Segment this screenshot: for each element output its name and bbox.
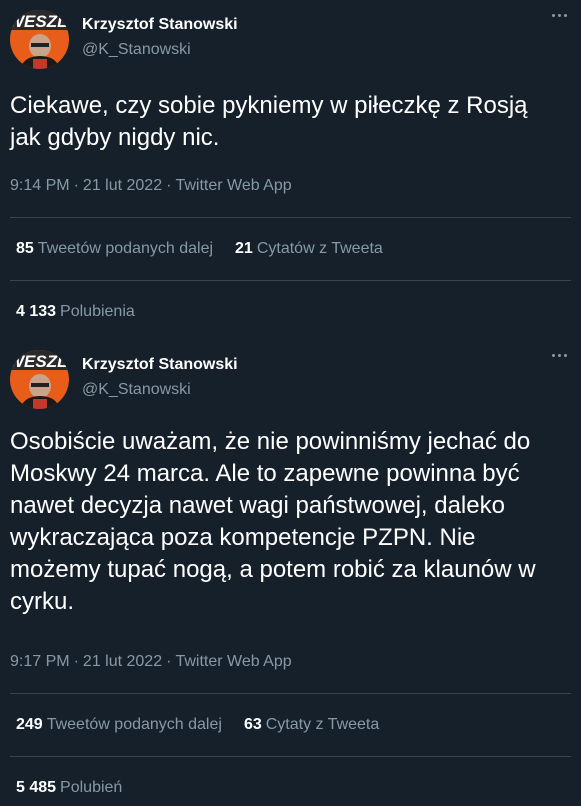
tweet-text: Osobiście uważam, że nie powinniśmy jech… [10, 428, 536, 615]
likes-label: Polubienia [60, 303, 135, 320]
retweets-count: 85 [16, 240, 34, 257]
tweet-header: WESZLO Krzysztof Stanowski @K_Stanowski [10, 10, 238, 69]
likes-stat[interactable]: 4 133 Polubienia [16, 303, 135, 321]
tweet-stats-row: 249 Tweetów podanych dalej 63 Cytaty z Twe… [16, 716, 379, 734]
quotes-stat[interactable]: 21 Cytatów z Tweeta [235, 240, 383, 258]
retweets-count: 249 [16, 716, 43, 733]
retweets-label: Tweetów podanych dalej [46, 716, 222, 733]
quotes-label: Cytatów z Tweeta [256, 240, 383, 257]
meta-separator: · [166, 653, 172, 670]
quotes-count: 21 [235, 240, 253, 257]
author-display-name[interactable]: Krzysztof Stanowski [82, 355, 238, 375]
tweet-source[interactable]: Twitter Web App [175, 653, 291, 670]
tweet-time[interactable]: 9:17 PM [10, 653, 70, 670]
avatar[interactable]: WESZLO [10, 10, 69, 69]
meta-separator: · [73, 653, 79, 670]
tweet-time[interactable]: 9:14 PM [10, 177, 70, 194]
tweet-meta: 9:14 PM · 21 lut 2022 · Twitter Web App [10, 177, 292, 195]
meta-separator: · [73, 177, 79, 194]
more-options-icon[interactable] [552, 354, 567, 357]
tweet-2: WESZLO Krzysztof Stanowski @K_Stanowski … [0, 340, 581, 806]
tweet-date[interactable]: 21 lut 2022 [83, 653, 162, 670]
likes-count: 5 485 [16, 779, 57, 796]
divider [10, 217, 571, 218]
likes-stat[interactable]: 5 485 Polubień [16, 779, 122, 797]
author-names: Krzysztof Stanowski @K_Stanowski [82, 15, 238, 60]
quotes-label: Cytaty z Tweeta [265, 716, 380, 733]
tweet-text: Ciekawe, czy sobie pykniemy w piłeczkę z… [10, 92, 528, 151]
author-handle[interactable]: @K_Stanowski [82, 40, 238, 60]
retweets-stat[interactable]: 85 Tweetów podanych dalej [16, 240, 213, 258]
more-options-icon[interactable] [552, 14, 567, 17]
avatar-image: WESZLO [10, 10, 69, 69]
tweet-source[interactable]: Twitter Web App [175, 177, 291, 194]
divider [10, 693, 571, 694]
divider [10, 280, 571, 281]
tweet-meta: 9:17 PM · 21 lut 2022 · Twitter Web App [10, 653, 292, 671]
avatar[interactable]: WESZLO [10, 350, 69, 409]
likes-label: Polubień [60, 779, 123, 796]
author-display-name[interactable]: Krzysztof Stanowski [82, 15, 238, 35]
likes-count: 4 133 [16, 303, 57, 320]
tweet-likes-row: 4 133 Polubienia [16, 303, 135, 321]
svg-text:WESZLO: WESZLO [10, 352, 69, 371]
meta-separator: · [166, 177, 172, 194]
tweet-1: WESZLO Krzysztof Stanowski @K_Stanowski … [0, 0, 581, 340]
tweet-likes-row: 5 485 Polubień [16, 779, 122, 797]
author-handle[interactable]: @K_Stanowski [82, 380, 238, 400]
author-names: Krzysztof Stanowski @K_Stanowski [82, 355, 238, 400]
svg-text:WESZLO: WESZLO [10, 12, 69, 31]
avatar-image: WESZLO [10, 350, 69, 409]
tweet-stats-row: 85 Tweetów podanych dalej 21 Cytatów z Twe… [16, 240, 383, 258]
tweet-header: WESZLO Krzysztof Stanowski @K_Stanowski [10, 350, 238, 409]
tweet-date[interactable]: 21 lut 2022 [83, 177, 162, 194]
divider [10, 756, 571, 757]
retweets-label: Tweetów podanych dalej [37, 240, 214, 257]
retweets-stat[interactable]: 249 Tweetów podanych dalej [16, 716, 222, 734]
quotes-count: 63 [243, 716, 262, 733]
quotes-stat[interactable]: 63 Cytaty z Tweeta [244, 716, 379, 734]
